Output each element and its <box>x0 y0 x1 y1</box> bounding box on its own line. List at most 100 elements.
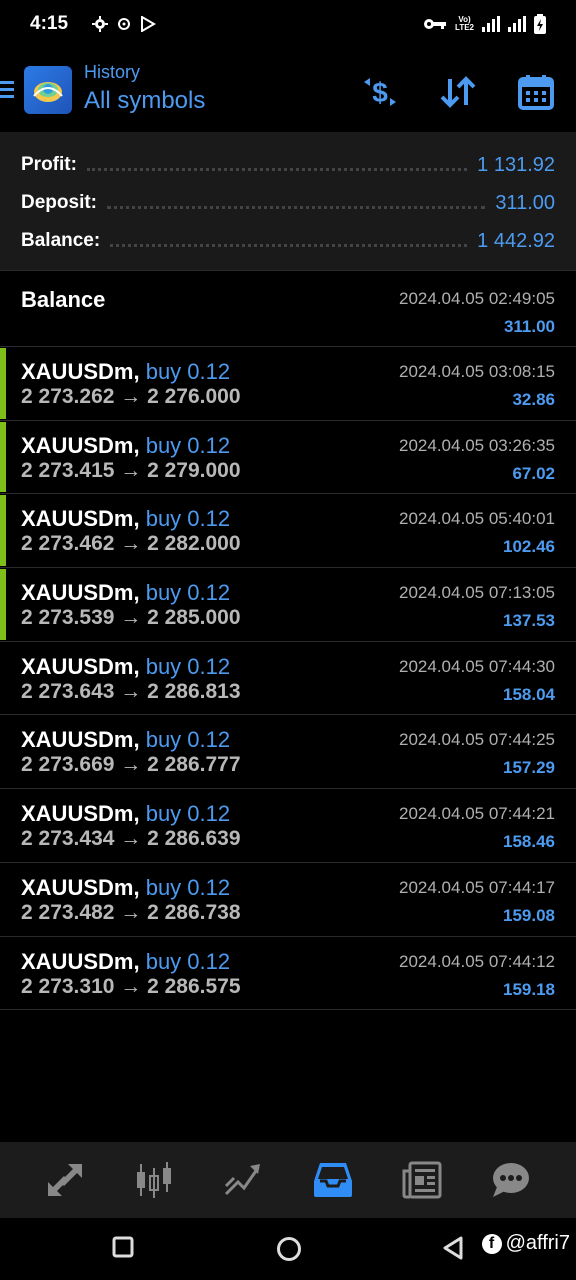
nav-chart[interactable] <box>126 1152 182 1208</box>
signal-icon-2 <box>508 16 526 32</box>
deal-row[interactable]: XAUUSDm, buy 0.12 2 273.262 → 2 276.000 20… <box>0 346 576 420</box>
nav-history[interactable] <box>305 1152 361 1208</box>
deal-prices: 2 273.415 → 2 279.000 <box>21 458 241 482</box>
deal-row[interactable]: XAUUSDm, buy 0.12 2 273.434 → 2 286.639 20… <box>0 788 576 862</box>
deal-type: buy 0.12 <box>145 653 231 679</box>
deal-row[interactable]: XAUUSDm, buy 0.12 2 273.539 → 2 285.000 20… <box>0 567 576 641</box>
deal-type: buy 0.12 <box>145 948 231 974</box>
deal-row[interactable]: XAUUSDm, buy 0.12 2 273.310 → 2 286.575 20… <box>0 935 576 1010</box>
status-bar: 4:15 Vo) LTE2 <box>0 0 576 48</box>
deal-title: XAUUSDm, buy 0.12 <box>21 875 230 901</box>
profit-row: Profit: 1 131.92 <box>21 146 555 184</box>
deal-symbol: XAUUSDm, <box>21 727 140 753</box>
deal-symbol: XAUUSDm, <box>21 359 140 384</box>
deposit-value: 311.00 <box>495 191 555 214</box>
deal-row[interactable]: XAUUSDm, buy 0.12 2 273.643 → 2 286.813 20… <box>0 640 576 715</box>
nav-news[interactable] <box>394 1152 450 1208</box>
list-divider <box>0 1009 576 1011</box>
deal-prices: 2 273.462 → 2 282.000 <box>21 532 241 556</box>
deal-profit: 137.53 <box>503 611 555 631</box>
deal-time: 2024.04.05 07:44:21 <box>399 804 555 824</box>
deal-prices: 2 273.262 → 2 276.000 <box>21 385 241 408</box>
svg-text:$: $ <box>372 77 388 108</box>
deal-title: XAUUSDm, buy 0.12 <box>21 359 230 385</box>
deposit-row: Deposit: 311.00 <box>21 184 555 222</box>
deal-row[interactable]: XAUUSDm, buy 0.12 2 273.482 → 2 286.738 20… <box>0 861 576 936</box>
deal-title: XAUUSDm, buy 0.12 <box>21 949 230 975</box>
deal-time: 2024.04.05 03:08:15 <box>399 362 555 381</box>
deal-title: XAUUSDm, buy 0.12 <box>21 654 230 680</box>
back-icon[interactable] <box>442 1236 464 1260</box>
home-icon[interactable] <box>276 1236 302 1262</box>
deal-row[interactable]: XAUUSDm, buy 0.12 2 273.669 → 2 286.777 20… <box>0 714 576 788</box>
system-navigation-bar: f @affri7 <box>0 1218 576 1280</box>
deal-row[interactable]: XAUUSDm, buy 0.12 2 273.462 → 2 282.000 20… <box>0 493 576 567</box>
dotted-leader <box>107 205 486 209</box>
deal-profit: 159.18 <box>503 979 555 999</box>
deal-symbol: XAUUSDm, <box>21 580 140 606</box>
sort-button[interactable] <box>438 72 478 112</box>
menu-icon[interactable] <box>0 79 14 99</box>
status-time: 4:15 <box>30 13 69 34</box>
deal-profit: 158.04 <box>503 684 555 704</box>
deal-profit: 159.08 <box>503 905 555 925</box>
closed-by-tp-marker <box>0 348 6 419</box>
facebook-icon: f <box>481 1233 502 1254</box>
deal-type: buy 0.12 <box>145 432 231 458</box>
dollar-exchange-button[interactable]: $ <box>360 72 400 112</box>
deal-type: buy 0.12 <box>145 580 231 606</box>
title-block[interactable]: History All symbols <box>84 62 205 115</box>
deal-prices: 2 273.482 → 2 286.738 <box>21 900 241 924</box>
closed-by-tp-marker <box>0 569 6 640</box>
news-icon <box>402 1161 442 1199</box>
deal-prices: 2 273.669 → 2 286.777 <box>21 753 241 777</box>
dollar-exchange-icon: $ <box>364 77 396 108</box>
signal-icon <box>482 16 500 32</box>
deal-time: 2024.04.05 07:44:17 <box>399 877 555 897</box>
deal-type: buy 0.12 <box>145 359 231 384</box>
deal-profit: 102.46 <box>503 537 555 557</box>
nav-chat[interactable] <box>483 1152 539 1208</box>
deal-type: buy 0.12 <box>145 801 231 827</box>
deal-symbol: XAUUSDm, <box>21 653 140 679</box>
dotted-leader <box>86 167 468 171</box>
quotes-icon <box>47 1164 82 1196</box>
balance-entry-row[interactable]: Balance 2024.04.05 02:49:05 311.00 <box>0 270 576 346</box>
deal-title: XAUUSDm, buy 0.12 <box>21 433 230 459</box>
deal-profit: 158.46 <box>503 832 555 852</box>
deal-time: 2024.04.05 07:13:05 <box>399 583 555 603</box>
sort-icon <box>440 76 476 108</box>
bottom-navigation <box>0 1142 576 1218</box>
deal-time: 2024.04.05 07:44:12 <box>399 951 555 971</box>
page-title: All symbols <box>84 87 206 114</box>
nav-quotes[interactable] <box>37 1152 93 1208</box>
deal-symbol: XAUUSDm, <box>21 948 140 974</box>
balance-label: Balance: <box>21 230 101 251</box>
deal-title: XAUUSDm, buy 0.12 <box>21 801 230 827</box>
deal-time: 2024.04.05 05:40:01 <box>399 509 555 529</box>
deal-prices: 2 273.434 → 2 286.639 <box>21 827 241 851</box>
closed-by-tp-marker <box>0 421 6 493</box>
deal-time: 2024.04.05 07:44:30 <box>399 656 555 676</box>
history-icon <box>313 1163 352 1197</box>
balance-entry-time: 2024.04.05 02:49:05 <box>399 289 555 308</box>
calendar-icon <box>518 75 554 110</box>
volte-indicator: Vo) LTE2 <box>455 15 474 32</box>
history-list: Balance 2024.04.05 02:49:05 311.00 XAUUS… <box>0 270 576 1011</box>
deal-profit: 32.86 <box>512 390 555 409</box>
deal-prices: 2 273.539 → 2 285.000 <box>21 606 241 630</box>
nav-trade[interactable] <box>215 1152 271 1208</box>
deal-symbol: XAUUSDm, <box>21 874 140 900</box>
recent-apps-icon[interactable] <box>112 1236 134 1258</box>
balance-value: 1 442.92 <box>477 229 555 252</box>
app-logo[interactable] <box>24 66 72 114</box>
balance-entry-amount: 311.00 <box>503 317 555 336</box>
deal-prices: 2 273.310 → 2 286.575 <box>21 974 241 998</box>
calendar-button[interactable] <box>516 72 556 112</box>
deal-profit: 157.29 <box>503 758 555 778</box>
deal-type: buy 0.12 <box>145 727 231 753</box>
deal-row[interactable]: XAUUSDm, buy 0.12 2 273.415 → 2 279.000 20… <box>0 419 576 494</box>
metatrader-logo-icon <box>33 82 63 102</box>
profit-label: Profit: <box>21 154 77 175</box>
watermark-text: @affri7 <box>505 1232 570 1254</box>
